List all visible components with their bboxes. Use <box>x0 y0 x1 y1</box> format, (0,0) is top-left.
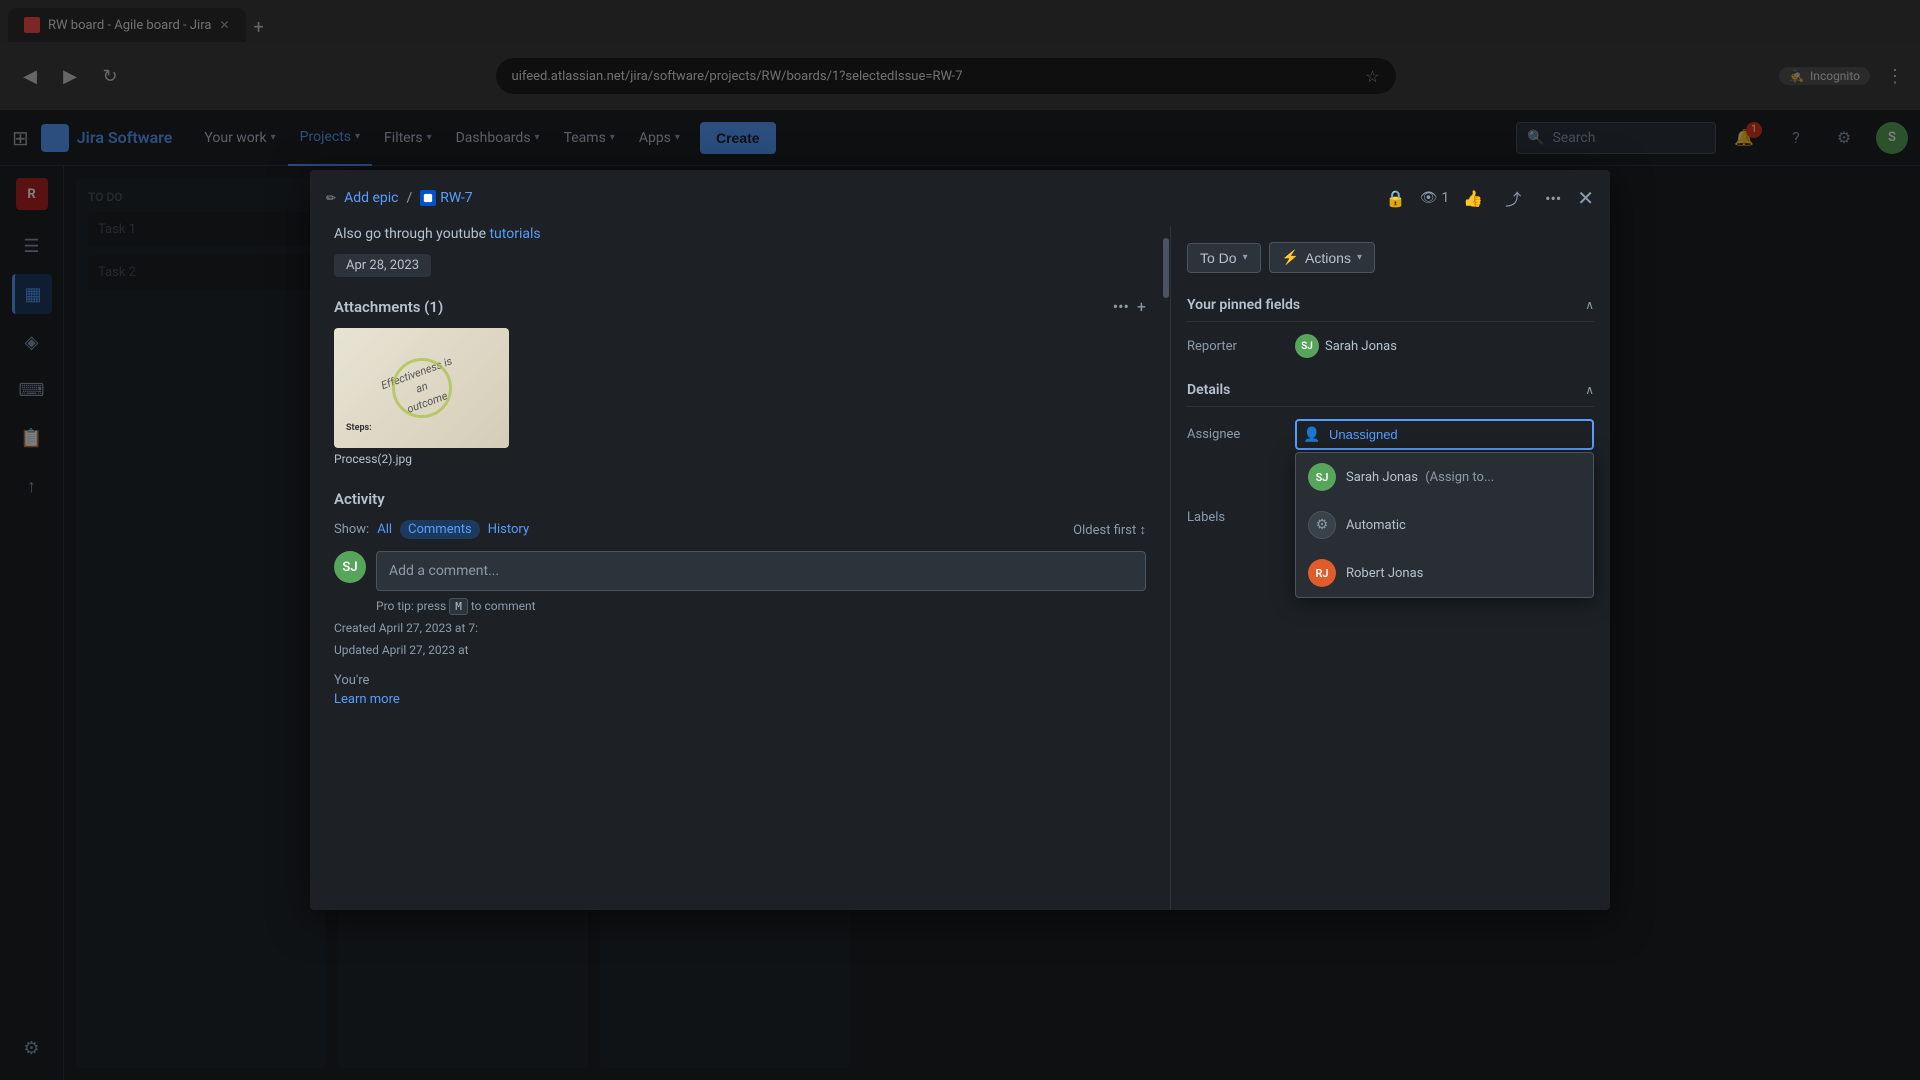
like-button[interactable]: 👍 <box>1457 182 1489 214</box>
attachments-grid: Effectiveness is anoutcome Steps: Proces… <box>334 328 1146 466</box>
learn-more-link[interactable]: Learn more <box>334 692 1146 707</box>
watch-count: 1 <box>1441 190 1449 206</box>
comment-input-row: SJ Add a comment... <box>334 551 1146 591</box>
share-button[interactable]: ⤴ <box>1497 182 1529 214</box>
breadcrumb-separator: / <box>406 190 412 206</box>
main-scrollbar[interactable] <box>1162 226 1170 910</box>
you-footer: You're <box>334 673 1146 688</box>
activity-filter-row: Show: All Comments History Oldest first … <box>334 520 1146 539</box>
modal-body: Also go through youtube tutorials Apr 28… <box>310 226 1610 910</box>
lock-button[interactable]: 🔒 <box>1380 182 1412 214</box>
watch-button[interactable]: 👁 1 <box>1420 190 1450 206</box>
scroll-thumb <box>1163 238 1169 298</box>
modal-header: ✏ Add epic / RW-7 🔒 👁 1 👍 ⤴ ••• <box>310 170 1610 226</box>
pinned-fields-header[interactable]: Your pinned fields ∧ <box>1187 289 1594 322</box>
assignee-person-icon: 👤 <box>1303 427 1320 443</box>
attachment-actions: ••• + <box>1113 297 1146 316</box>
comment-placeholder: Add a comment... <box>389 563 499 579</box>
activity-title: Activity <box>334 490 1146 508</box>
status-label: To Do <box>1200 250 1237 266</box>
modal-main-content: Also go through youtube tutorials Apr 28… <box>310 226 1162 910</box>
add-epic-link[interactable]: Add epic <box>344 190 398 206</box>
robert-name: Robert Jonas <box>1346 566 1423 581</box>
content-text: Also go through youtube tutorials <box>334 226 1146 242</box>
edit-icon: ✏ <box>326 191 336 205</box>
pro-tip: Pro tip: press M to comment <box>334 599 1146 613</box>
close-modal-button[interactable]: ✕ <box>1577 186 1594 210</box>
modal-toolbar: 🔒 👁 1 👍 ⤴ ••• ✕ <box>1380 182 1594 214</box>
attachment-circle-decoration <box>392 358 452 418</box>
dropdown-robert-jonas[interactable]: RJ Robert Jonas <box>1296 549 1593 597</box>
actions-button[interactable]: ⚡ Actions ▾ <box>1269 242 1375 273</box>
status-actions-row: To Do ▾ ⚡ Actions ▾ <box>1187 242 1594 273</box>
dropdown-sarah-jonas[interactable]: SJ Sarah Jonas (Assign to... <box>1296 453 1593 501</box>
issue-key-badge: RW-7 <box>420 190 472 206</box>
tutorials-link[interactable]: tutorials <box>489 226 540 242</box>
issue-key: RW-7 <box>440 190 472 206</box>
attachment-steps-text: Steps: <box>346 423 372 433</box>
details-title: Details <box>1187 382 1230 398</box>
details-chevron-icon: ∧ <box>1585 383 1594 397</box>
show-comments-button[interactable]: Comments <box>400 520 480 539</box>
comment-input[interactable]: Add a comment... <box>376 551 1146 591</box>
modal-overlay: ✏ Add epic / RW-7 🔒 👁 1 👍 ⤴ ••• <box>0 0 1920 1080</box>
pinned-fields-chevron-icon: ∧ <box>1585 298 1594 312</box>
attachment-item[interactable]: Effectiveness is anoutcome Steps: Proces… <box>334 328 509 466</box>
assignee-input[interactable] <box>1295 419 1594 450</box>
assignee-dropdown: SJ Sarah Jonas (Assign to... ⚙ Automatic <box>1295 452 1594 598</box>
show-history-button[interactable]: History <box>488 522 529 537</box>
updated-info: Updated April 27, 2023 at <box>334 643 1146 657</box>
attachment-add-icon[interactable]: + <box>1137 297 1146 316</box>
sarah-avatar: SJ <box>1308 463 1336 491</box>
details-section: Details ∧ Assignee 👤 <box>1187 374 1594 525</box>
breadcrumb: ✏ Add epic / RW-7 <box>326 190 1372 206</box>
assignee-input-wrap: 👤 SJ Sarah Jonas (Assign to... <box>1295 419 1594 450</box>
assignee-label: Assignee <box>1187 427 1287 442</box>
automatic-label: Automatic <box>1346 518 1406 533</box>
reporter-value: SJ Sarah Jonas <box>1295 334 1397 358</box>
attachments-section-header: Attachments (1) ••• + <box>334 297 1146 316</box>
attachment-filename: Process(2).jpg <box>334 452 509 466</box>
automatic-icon: ⚙ <box>1308 511 1336 539</box>
attachment-more-icon[interactable]: ••• <box>1113 297 1129 316</box>
reporter-avatar: SJ <box>1295 334 1319 358</box>
pinned-fields-section: Your pinned fields ∧ Reporter SJ Sarah J… <box>1187 289 1594 358</box>
issue-type-icon <box>420 190 436 206</box>
sarah-suffix: (Assign to... <box>1425 470 1494 485</box>
reporter-label: Reporter <box>1187 339 1287 354</box>
status-button[interactable]: To Do ▾ <box>1187 243 1261 273</box>
reporter-field: Reporter SJ Sarah Jonas <box>1187 334 1594 358</box>
show-all-button[interactable]: All <box>377 522 392 537</box>
commenter-avatar: SJ <box>334 551 366 583</box>
sarah-name: Sarah Jonas (Assign to... <box>1346 470 1494 485</box>
right-panel: To Do ▾ ⚡ Actions ▾ Your pinned fields ∧ <box>1170 226 1610 910</box>
labels-label: Labels <box>1187 510 1287 525</box>
show-label: Show: <box>334 522 369 537</box>
more-options-button[interactable]: ••• <box>1537 182 1569 214</box>
pinned-fields-title: Your pinned fields <box>1187 297 1300 313</box>
robert-avatar: RJ <box>1308 559 1336 587</box>
attachments-title: Attachments (1) <box>334 298 443 316</box>
reporter-name: Sarah Jonas <box>1325 339 1397 354</box>
dropdown-automatic[interactable]: ⚙ Automatic <box>1296 501 1593 549</box>
date-chip: Apr 28, 2023 <box>334 254 431 277</box>
actions-dropdown-arrow: ▾ <box>1357 252 1362 263</box>
status-dropdown-arrow: ▾ <box>1243 252 1248 263</box>
keyboard-shortcut-badge: M <box>449 598 468 615</box>
activity-section: Activity Show: All Comments History Olde… <box>334 490 1146 707</box>
created-info: Created April 27, 2023 at 7: <box>334 621 1146 635</box>
assignee-field: Assignee 👤 SJ Sarah Jonas <box>1187 419 1594 450</box>
details-header[interactable]: Details ∧ <box>1187 374 1594 407</box>
sort-order-button[interactable]: Oldest first ↕ <box>1073 522 1146 538</box>
actions-label: Actions <box>1305 250 1351 266</box>
eye-icon: 👁 <box>1420 190 1438 206</box>
issue-modal: ✏ Add epic / RW-7 🔒 👁 1 👍 ⤴ ••• <box>310 170 1610 910</box>
lightning-icon: ⚡ <box>1282 249 1299 266</box>
